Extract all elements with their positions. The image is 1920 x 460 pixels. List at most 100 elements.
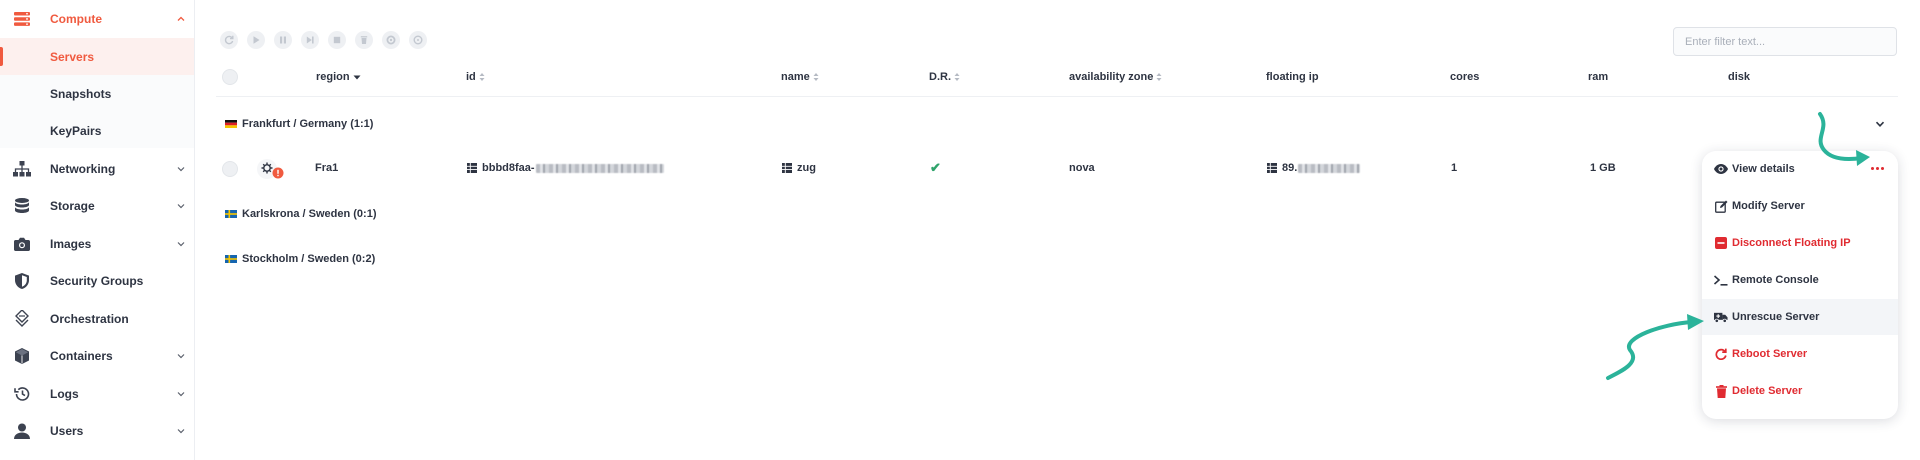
sidebar-item-orchestration[interactable]: Orchestration	[0, 300, 194, 337]
menu-item-reboot-server[interactable]: Reboot Server	[1702, 336, 1898, 372]
menu-item-modify-server[interactable]: Modify Server	[1702, 188, 1898, 224]
pause-icon	[280, 36, 286, 44]
start-button[interactable]	[247, 31, 265, 49]
menu-item-delete-server[interactable]: Delete Server	[1702, 373, 1898, 409]
cell-cores: 1	[1451, 162, 1458, 174]
trash-icon	[360, 36, 368, 44]
pause-button[interactable]	[274, 31, 292, 49]
chevron-down-icon	[177, 203, 185, 208]
step-forward-button[interactable]	[301, 31, 319, 49]
shield-icon	[13, 272, 31, 290]
sort-icon	[954, 73, 960, 81]
table-icon	[467, 163, 477, 173]
cell-floating-ip: 89.	[1267, 160, 1361, 176]
stop-icon	[333, 36, 341, 44]
checkmark-icon: ✔	[930, 160, 941, 175]
flag-se-icon	[225, 255, 237, 263]
ellipsis-dot	[1881, 166, 1884, 170]
sidebar-item-users[interactable]: Users	[0, 412, 194, 449]
orchestration-icon	[13, 309, 31, 328]
reboot-icon	[1714, 347, 1728, 361]
table-icon	[1267, 163, 1277, 173]
sidebar-item-keypairs[interactable]: KeyPairs	[0, 112, 194, 149]
sidebar-item-label: Snapshots	[50, 86, 112, 101]
sidebar-item-label: Networking	[50, 161, 116, 176]
server-action-toolbar	[220, 31, 427, 49]
column-header-disk: disk	[1728, 71, 1751, 83]
sidebar-item-label: Images	[50, 236, 92, 251]
region-group-stockholm[interactable]: Stockholm / Sweden (0:2)	[225, 251, 375, 267]
more-actions-button[interactable]	[409, 31, 427, 49]
trash-icon	[1714, 384, 1728, 398]
step-forward-icon	[306, 36, 314, 44]
column-header-name[interactable]: name	[781, 66, 819, 88]
sidebar-item-containers[interactable]: Containers	[0, 337, 194, 374]
sort-icon	[1156, 73, 1162, 81]
sidebar-item-snapshots[interactable]: Snapshots	[0, 75, 194, 112]
sidebar-item-networking[interactable]: Networking	[0, 150, 194, 187]
column-header-cores: cores	[1450, 71, 1480, 83]
column-header-dr[interactable]: D.R.	[929, 66, 960, 88]
sidebar-item-servers[interactable]: Servers	[0, 38, 194, 75]
menu-item-unrescue-server[interactable]: Unrescue Server	[1702, 299, 1898, 335]
chevron-down-icon	[177, 353, 185, 358]
column-header-floating-ip: floating ip	[1266, 71, 1319, 83]
sort-icon	[813, 73, 819, 81]
history-icon	[13, 385, 31, 403]
play-icon	[253, 36, 260, 44]
more-circle-icon	[413, 35, 423, 45]
camera-icon	[13, 235, 31, 253]
chevron-down-icon	[177, 428, 185, 433]
delete-button[interactable]	[355, 31, 373, 49]
flag-se-icon	[225, 210, 237, 218]
sidebar-item-label: Logs	[50, 386, 79, 401]
network-tree-icon	[13, 160, 31, 178]
sort-desc-icon	[353, 75, 361, 80]
cell-availability-zone: nova	[1069, 162, 1095, 174]
annotation-arrow-icon	[1606, 314, 1704, 380]
sidebar-item-label: Compute	[50, 11, 102, 26]
edit-icon	[1714, 199, 1728, 213]
cell-ram: 1 GB	[1590, 162, 1616, 174]
sidebar-item-logs[interactable]: Logs	[0, 375, 194, 412]
menu-item-disconnect-floating-ip[interactable]: Disconnect Floating IP	[1702, 225, 1898, 261]
terminal-icon	[1714, 273, 1728, 287]
server-actions-menu: View details Modify Server Disconnect Fl…	[1702, 151, 1898, 419]
chevron-up-icon	[177, 16, 185, 21]
column-header-availability-zone[interactable]: availability zone	[1069, 66, 1162, 88]
sidebar-item-label: Security Groups	[50, 273, 144, 288]
refresh-button[interactable]	[220, 31, 238, 49]
column-header-ram: ram	[1588, 71, 1609, 83]
sidebar-item-security-groups[interactable]: Security Groups	[0, 262, 194, 299]
minus-square-icon	[1714, 236, 1728, 250]
chevron-down-icon	[177, 391, 185, 396]
menu-item-remote-console[interactable]: Remote Console	[1702, 262, 1898, 298]
rescue-button[interactable]	[382, 31, 400, 49]
cell-region: Fra1	[315, 162, 339, 174]
database-icon	[13, 197, 31, 215]
server-error-status-icon	[257, 159, 284, 179]
sidebar-item-images[interactable]: Images	[0, 225, 194, 262]
server-stack-icon	[13, 10, 31, 28]
chevron-down-icon	[177, 166, 185, 171]
table-header: region id name D.R. availability zone fl…	[216, 66, 1898, 97]
sort-icon	[479, 73, 485, 81]
sidebar-item-label: Containers	[50, 348, 113, 363]
sidebar-item-label: KeyPairs	[50, 123, 102, 138]
eye-icon	[1714, 162, 1728, 176]
table-icon	[782, 163, 792, 173]
sidebar-item-compute[interactable]: Compute	[0, 0, 194, 37]
cell-name: zug	[782, 160, 816, 176]
column-header-region[interactable]: region	[316, 66, 361, 88]
stop-button[interactable]	[328, 31, 346, 49]
ambulance-icon	[1714, 310, 1728, 324]
filter-input[interactable]	[1673, 27, 1897, 56]
region-group-karlskrona[interactable]: Karlskrona / Sweden (0:1)	[225, 206, 377, 222]
region-group-frankfurt[interactable]: Frankfurt / Germany (1:1)	[225, 116, 373, 132]
select-all-checkbox[interactable]	[222, 69, 238, 85]
cell-dr: ✔	[930, 160, 941, 176]
sidebar-item-storage[interactable]: Storage	[0, 187, 194, 224]
redacted-text	[535, 163, 664, 173]
row-checkbox[interactable]	[222, 161, 238, 177]
column-header-id[interactable]: id	[466, 66, 485, 88]
